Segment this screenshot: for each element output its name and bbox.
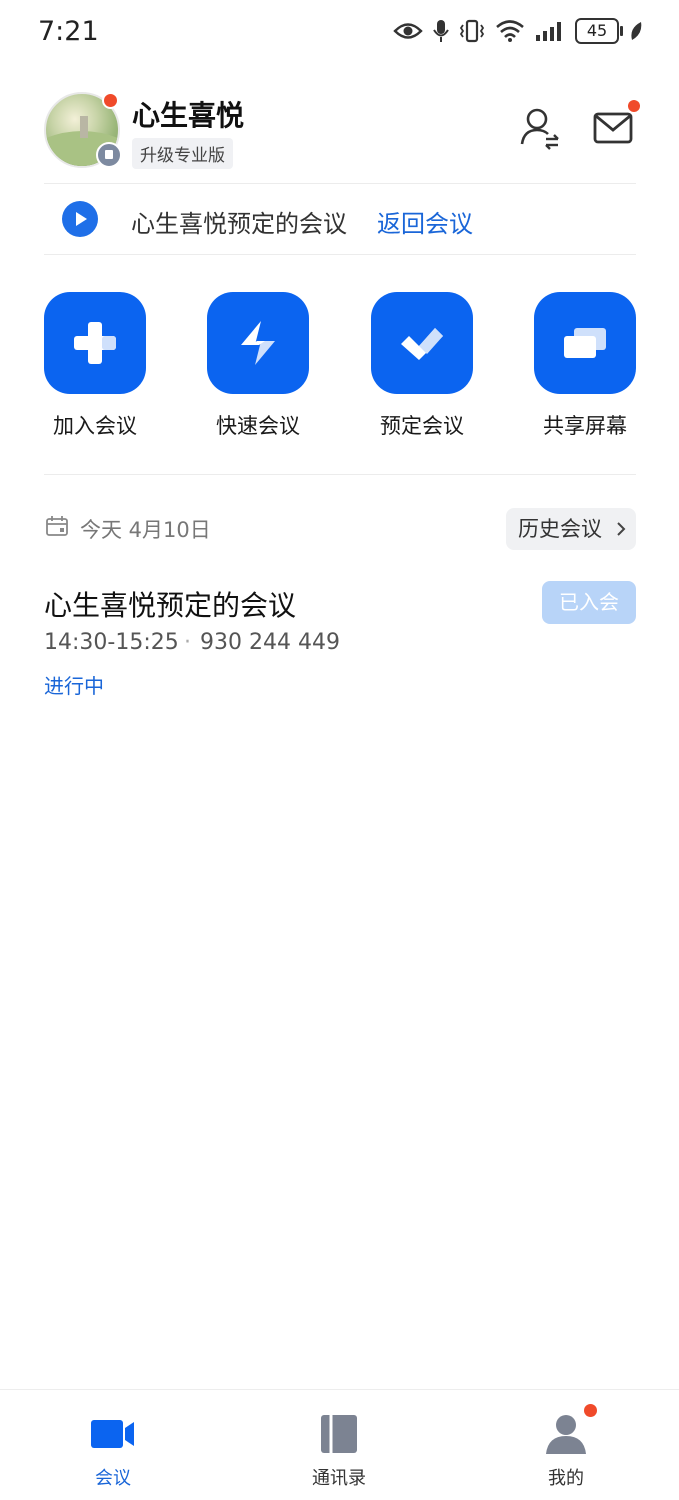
- screen: 7:21 45 心生喜悦 升级专业版 心生喜悦预定的会议 返回会议 加入会议 快…: [0, 0, 679, 1500]
- nav-label-contacts: 通讯录: [312, 1468, 366, 1489]
- banner-meeting-title: 心生喜悦预定的会议: [131, 210, 347, 238]
- avatar-badge-icon: [96, 142, 122, 168]
- schedule-meeting-tile: [371, 292, 473, 394]
- joined-button[interactable]: 已入会: [542, 581, 636, 624]
- mail-notification-dot: [628, 100, 640, 112]
- quick-meeting-tile: [207, 292, 309, 394]
- battery-icon: 45: [575, 18, 623, 44]
- date-label: 今天 4月10日: [80, 518, 211, 542]
- avatar-notification-dot: [102, 92, 119, 109]
- nav-tab-contacts[interactable]: 通讯录: [259, 1390, 419, 1500]
- status-icons: 45: [393, 18, 643, 44]
- leaf-icon: [631, 22, 642, 40]
- status-bar: 7:21 45: [0, 0, 679, 68]
- join-meeting-label: 加入会议: [53, 414, 137, 438]
- schedule-meeting-label: 预定会议: [380, 414, 464, 438]
- share-screen-button[interactable]: 共享屏幕: [534, 292, 636, 442]
- lightning-icon: [241, 321, 275, 365]
- wifi-icon: [496, 20, 524, 42]
- share-screen-label: 共享屏幕: [543, 414, 627, 438]
- quick-actions: 加入会议 快速会议 预定会议 共享屏幕: [44, 292, 636, 442]
- switch-account-icon[interactable]: [518, 106, 562, 150]
- user-name: 心生喜悦: [132, 99, 245, 132]
- ongoing-meeting-banner[interactable]: 心生喜悦预定的会议 返回会议: [44, 186, 636, 254]
- schedule-meeting-button[interactable]: 预定会议: [371, 292, 473, 442]
- profile-header: 心生喜悦 升级专业版: [44, 92, 640, 172]
- mic-icon: [433, 20, 449, 42]
- profile-icon: [546, 1415, 586, 1454]
- nav-tab-meetings[interactable]: 会议: [33, 1390, 193, 1500]
- meeting-separator: ·: [184, 630, 191, 655]
- bottom-nav: 会议 通讯录 我的: [0, 1389, 679, 1500]
- mail-icon[interactable]: [592, 108, 636, 148]
- nav-label-meetings: 会议: [95, 1468, 131, 1489]
- contacts-book-icon: [321, 1415, 357, 1453]
- divider: [44, 254, 636, 255]
- divider: [44, 183, 636, 184]
- video-icon: [91, 1420, 134, 1448]
- chevron-right-icon: [617, 522, 626, 536]
- date-row: 今天 4月10日 历史会议: [44, 508, 636, 552]
- share-screen-tile: [534, 292, 636, 394]
- join-meeting-button[interactable]: 加入会议: [44, 292, 146, 442]
- profile-notification-dot: [584, 1404, 597, 1417]
- vibrate-icon: [459, 19, 485, 43]
- history-meetings-button[interactable]: 历史会议: [506, 508, 636, 550]
- nav-label-profile: 我的: [548, 1468, 584, 1489]
- upgrade-pro-button[interactable]: 升级专业版: [132, 138, 233, 169]
- eye-icon: [393, 23, 423, 39]
- history-meetings-label: 历史会议: [518, 517, 602, 541]
- divider: [44, 474, 636, 475]
- signal-icon: [536, 22, 561, 41]
- calendar-icon: [46, 516, 68, 536]
- check-icon: [401, 328, 443, 360]
- meeting-id: 930 244 449: [200, 630, 340, 655]
- quick-meeting-label: 快速会议: [216, 414, 300, 438]
- play-icon: [62, 201, 98, 237]
- meeting-status: 进行中: [44, 674, 104, 698]
- status-time: 7:21: [38, 16, 99, 47]
- meeting-list-item[interactable]: 心生喜悦预定的会议 14:30-15:25 · 930 244 449 进行中 …: [44, 580, 636, 700]
- nav-tab-profile[interactable]: 我的: [486, 1390, 646, 1500]
- return-to-meeting-link[interactable]: 返回会议: [377, 204, 473, 239]
- quick-meeting-button[interactable]: 快速会议: [207, 292, 309, 442]
- plus-icon: [74, 322, 116, 364]
- screen-share-icon: [564, 328, 606, 358]
- meeting-title: 心生喜悦预定的会议: [44, 589, 297, 622]
- join-meeting-tile: [44, 292, 146, 394]
- meeting-time: 14:30-15:25: [44, 630, 179, 655]
